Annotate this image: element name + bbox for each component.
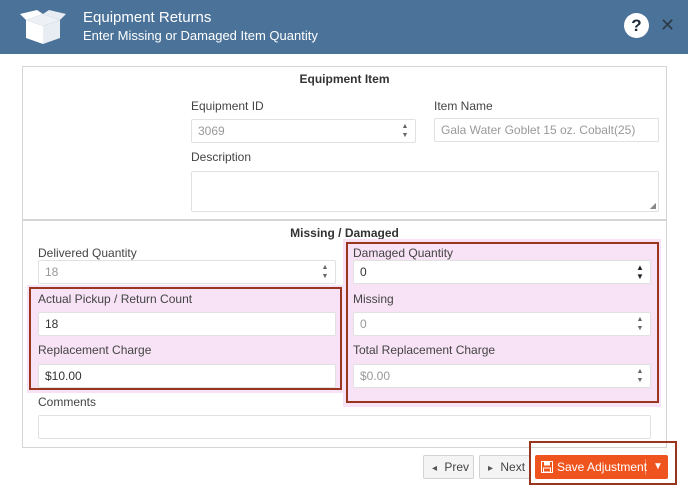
equipment-id-field[interactable]: 3069 ▲ ▼ xyxy=(191,119,416,143)
left-highlight-box xyxy=(29,287,342,390)
floppy-disk-icon xyxy=(541,461,553,473)
missing-damaged-section-title: Missing / Damaged xyxy=(290,226,399,240)
next-button[interactable]: ▸ Next xyxy=(479,455,530,479)
description-label: Description xyxy=(191,150,252,164)
dialog-subtitle: Enter Missing or Damaged Item Quantity xyxy=(83,28,318,43)
chevron-down-icon[interactable]: ▼ xyxy=(653,455,663,479)
equipment-item-section-title: Equipment Item xyxy=(299,72,390,86)
spinner-icon[interactable]: ▲ ▼ xyxy=(399,122,411,140)
equipment-id-label: Equipment ID xyxy=(191,99,264,113)
prev-icon: ◂ xyxy=(432,463,438,474)
item-name-label: Item Name xyxy=(434,99,493,113)
resize-handle-icon[interactable]: ◢ xyxy=(650,201,656,210)
close-button[interactable]: ✕ xyxy=(660,14,675,36)
save-adjustment-button[interactable]: Save Adjustment ▼ xyxy=(535,455,668,479)
comments-label: Comments xyxy=(38,395,97,409)
dialog-title: Equipment Returns xyxy=(83,9,212,26)
save-adjustment-label: Save Adjustment xyxy=(557,460,648,474)
item-name-value: Gala Water Goblet 15 oz. Cobalt(25) xyxy=(441,123,636,137)
open-box-icon xyxy=(20,10,66,44)
help-button[interactable]: ? xyxy=(624,13,649,38)
spinner-icon[interactable]: ▲ ▼ xyxy=(319,263,331,281)
item-name-field[interactable]: Gala Water Goblet 15 oz. Cobalt(25) xyxy=(434,118,659,142)
split-divider xyxy=(645,459,646,475)
next-label: Next xyxy=(500,460,526,474)
equipment-id-value: 3069 xyxy=(198,124,225,138)
comments-textarea[interactable] xyxy=(38,415,651,439)
delivered-quantity-field[interactable]: 18 ▲ ▼ xyxy=(38,260,336,284)
prev-button[interactable]: ◂ Prev xyxy=(423,455,474,479)
dialog-header: Equipment Returns Enter Missing or Damag… xyxy=(0,0,688,54)
next-icon: ▸ xyxy=(488,463,494,474)
delivered-quantity-value: 18 xyxy=(45,265,59,279)
delivered-quantity-label: Delivered Quantity xyxy=(38,246,137,260)
prev-label: Prev xyxy=(444,460,470,474)
right-highlight-box xyxy=(346,242,659,403)
description-textarea[interactable]: ◢ xyxy=(191,171,659,212)
